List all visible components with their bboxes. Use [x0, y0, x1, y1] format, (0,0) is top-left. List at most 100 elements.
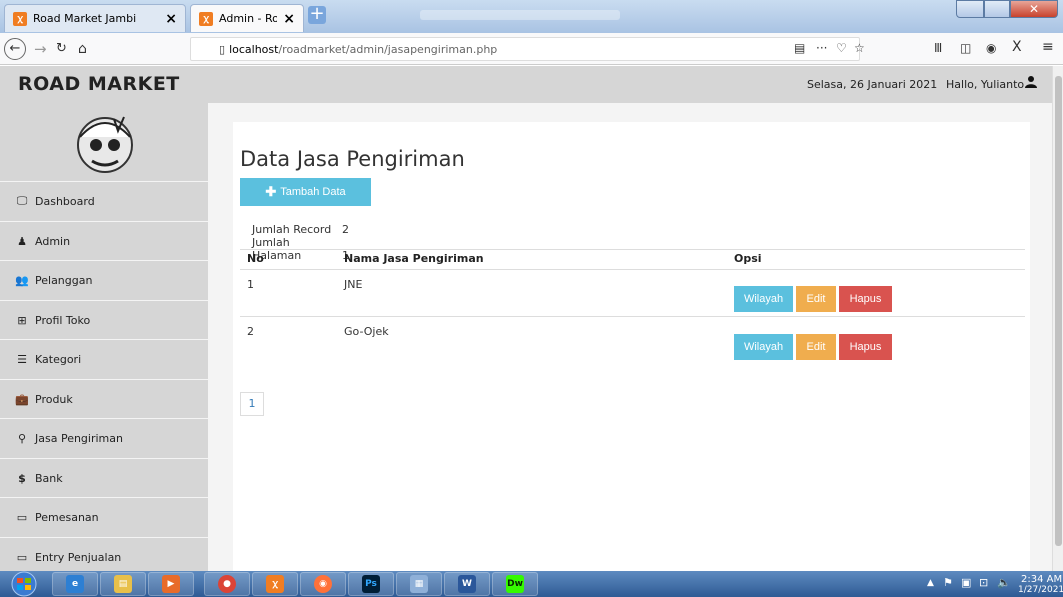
brand-logo-text[interactable]: ROAD MARKET	[18, 73, 180, 95]
volume-icon[interactable]: 🔈	[997, 576, 1011, 589]
add-data-button[interactable]: ✚ Tambah Data	[240, 178, 371, 206]
sidebar-item-profil-toko[interactable]: ⊞ Profil Toko	[0, 300, 208, 339]
sidebar-item-label: Jasa Pengiriman	[35, 431, 123, 445]
reload-icon[interactable]: ↻	[56, 39, 67, 59]
row-2-no: 2	[247, 325, 254, 338]
sidebar-item-produk[interactable]: 💼 Produk	[0, 379, 208, 418]
taskbar-dreamweaver[interactable]: Dw	[492, 572, 538, 596]
sidebar-item-dashboard[interactable]: 🖵 Dashboard	[0, 181, 208, 220]
sidebar-item-entry-penjualan[interactable]: ▭ Entry Penjualan	[0, 537, 208, 571]
clock-date[interactable]: 1/27/2021	[1018, 585, 1063, 595]
xampp-favicon-icon: ꭓ	[199, 11, 213, 26]
word-icon: W	[458, 575, 476, 593]
sidebar-item-label: Admin	[35, 234, 71, 248]
account-icon[interactable]: ◉	[986, 41, 996, 55]
column-header-no: No	[247, 252, 264, 265]
wilayah-button[interactable]: Wilayah	[734, 334, 793, 360]
taskbar-calculator[interactable]: ▦	[396, 572, 442, 596]
table-divider	[240, 249, 1025, 250]
minimize-button[interactable]	[956, 0, 984, 18]
wilayah-button[interactable]: Wilayah	[734, 286, 793, 312]
xampp-favicon-icon: ꭓ	[13, 11, 27, 26]
sidebar-item-pelanggan[interactable]: 👥 Pelanggan	[0, 260, 208, 299]
tab-title: Admin - Road Market	[219, 12, 278, 25]
taskbar-explorer[interactable]: ▤	[100, 572, 146, 596]
dreamweaver-icon: Dw	[506, 575, 524, 593]
window-close-button[interactable]: ✕	[1010, 0, 1058, 18]
taskbar-word[interactable]: W	[444, 572, 490, 596]
edit-button[interactable]: Edit	[796, 334, 836, 360]
windows-taskbar: e ▤ ▶ ● ꭓ ◉ Ps ▦ W Dw ▲ ⚑ ▣ ⊡ 🔈	[0, 571, 1063, 597]
extension-icon[interactable]: X	[1012, 39, 1022, 55]
taskbar-firefox[interactable]: ◉	[300, 572, 346, 596]
sidebar-item-label: Profil Toko	[35, 313, 91, 327]
network-icon[interactable]: ⊡	[979, 576, 988, 589]
address-bar[interactable]: ▯ localhost/roadmarket/admin/jasapengiri…	[190, 37, 860, 61]
sidebar-item-label: Entry Penjualan	[35, 550, 122, 564]
row-1-no: 1	[247, 278, 254, 291]
edit-button[interactable]: Edit	[796, 286, 836, 312]
plus-icon: ✚	[265, 184, 277, 199]
taskbar-media[interactable]: ▶	[148, 572, 194, 596]
column-header-options: Opsi	[734, 252, 762, 265]
sidebar-item-kategori[interactable]: ☰ Kategori	[0, 339, 208, 378]
user-greeting[interactable]: Hallo, Yulianto	[946, 78, 1024, 91]
credit-card-icon: ▭	[16, 510, 28, 524]
photoshop-icon: Ps	[362, 575, 380, 593]
forward-arrow-icon[interactable]: →	[34, 39, 47, 59]
row-1-name: JNE	[344, 278, 363, 291]
table-divider	[240, 269, 1025, 270]
pagination-page-1[interactable]: 1	[240, 392, 264, 416]
list-icon: ☰	[17, 352, 27, 366]
media-player-icon: ▶	[162, 575, 180, 593]
add-data-label: Tambah Data	[280, 186, 346, 198]
delete-button[interactable]: Hapus	[839, 286, 892, 312]
sidebar-item-pemesanan[interactable]: ▭ Pemesanan	[0, 497, 208, 536]
more-actions-icon[interactable]: ···	[816, 41, 827, 55]
content-panel: Data Jasa Pengiriman ✚ Tambah Data Jumla…	[233, 122, 1030, 571]
map-marker-icon: ⚲	[17, 431, 27, 445]
browser-tab-admin[interactable]: ꭓ Admin - Road Market ×	[190, 4, 304, 32]
close-icon[interactable]: ×	[283, 11, 295, 27]
close-icon[interactable]: ×	[165, 11, 177, 27]
taskbar-ie[interactable]: e	[52, 572, 98, 596]
url-host: localhost	[229, 42, 279, 56]
calculator-icon: ▦	[410, 575, 428, 593]
windows-start-icon[interactable]	[4, 571, 44, 597]
show-hidden-icons-icon[interactable]: ▲	[927, 578, 934, 588]
window-title-bar	[420, 10, 620, 20]
users-icon: 👥	[15, 273, 29, 287]
sidebar-item-label: Pelanggan	[35, 273, 93, 287]
maximize-button[interactable]	[984, 0, 1010, 18]
column-header-name: Nama Jasa Pengiriman	[344, 252, 484, 265]
action-center-flag-icon[interactable]: ⚑	[943, 576, 953, 589]
bookmark-star-icon[interactable]: ☆	[854, 41, 865, 55]
sidebar-item-bank[interactable]: $ Bank	[0, 458, 208, 497]
power-icon[interactable]: ▣	[961, 576, 971, 589]
back-arrow-icon[interactable]: ←	[4, 38, 26, 60]
sidebar-toggle-icon[interactable]: ◫	[960, 41, 971, 55]
new-tab-button[interactable]: +	[308, 5, 326, 24]
delete-button[interactable]: Hapus	[839, 334, 892, 360]
taskbar-photoshop[interactable]: Ps	[348, 572, 394, 596]
sidebar-item-admin[interactable]: ♟ Admin	[0, 221, 208, 260]
briefcase-icon: 💼	[15, 392, 29, 406]
row-2-name: Go-Ojek	[344, 325, 389, 338]
library-icon[interactable]: Ⅲ	[934, 41, 942, 55]
page-scrollbar[interactable]	[1052, 66, 1063, 571]
pocket-icon[interactable]: ♡	[836, 41, 847, 55]
reader-mode-icon[interactable]: ▤	[794, 41, 805, 55]
user-icon: ♟	[17, 234, 27, 248]
taskbar-xampp[interactable]: ꭓ	[252, 572, 298, 596]
clock-time[interactable]: 2:34 AM	[1021, 574, 1062, 585]
sidebar-item-label: Kategori	[35, 352, 82, 366]
web-page: ROAD MARKET Selasa, 26 Januari 2021 Hall…	[0, 66, 1063, 571]
record-count-label: Jumlah Record	[252, 223, 332, 236]
scrollbar-thumb[interactable]	[1055, 76, 1062, 546]
browser-tab-road-market-jambi[interactable]: ꭓ Road Market Jambi ×	[4, 4, 186, 32]
taskbar-chrome[interactable]: ●	[204, 572, 250, 596]
menu-icon[interactable]: ≡	[1042, 39, 1054, 55]
user-icon[interactable]	[1024, 75, 1038, 89]
home-icon[interactable]: ⌂	[78, 39, 87, 59]
sidebar-item-jasa-pengiriman[interactable]: ⚲ Jasa Pengiriman	[0, 418, 208, 457]
